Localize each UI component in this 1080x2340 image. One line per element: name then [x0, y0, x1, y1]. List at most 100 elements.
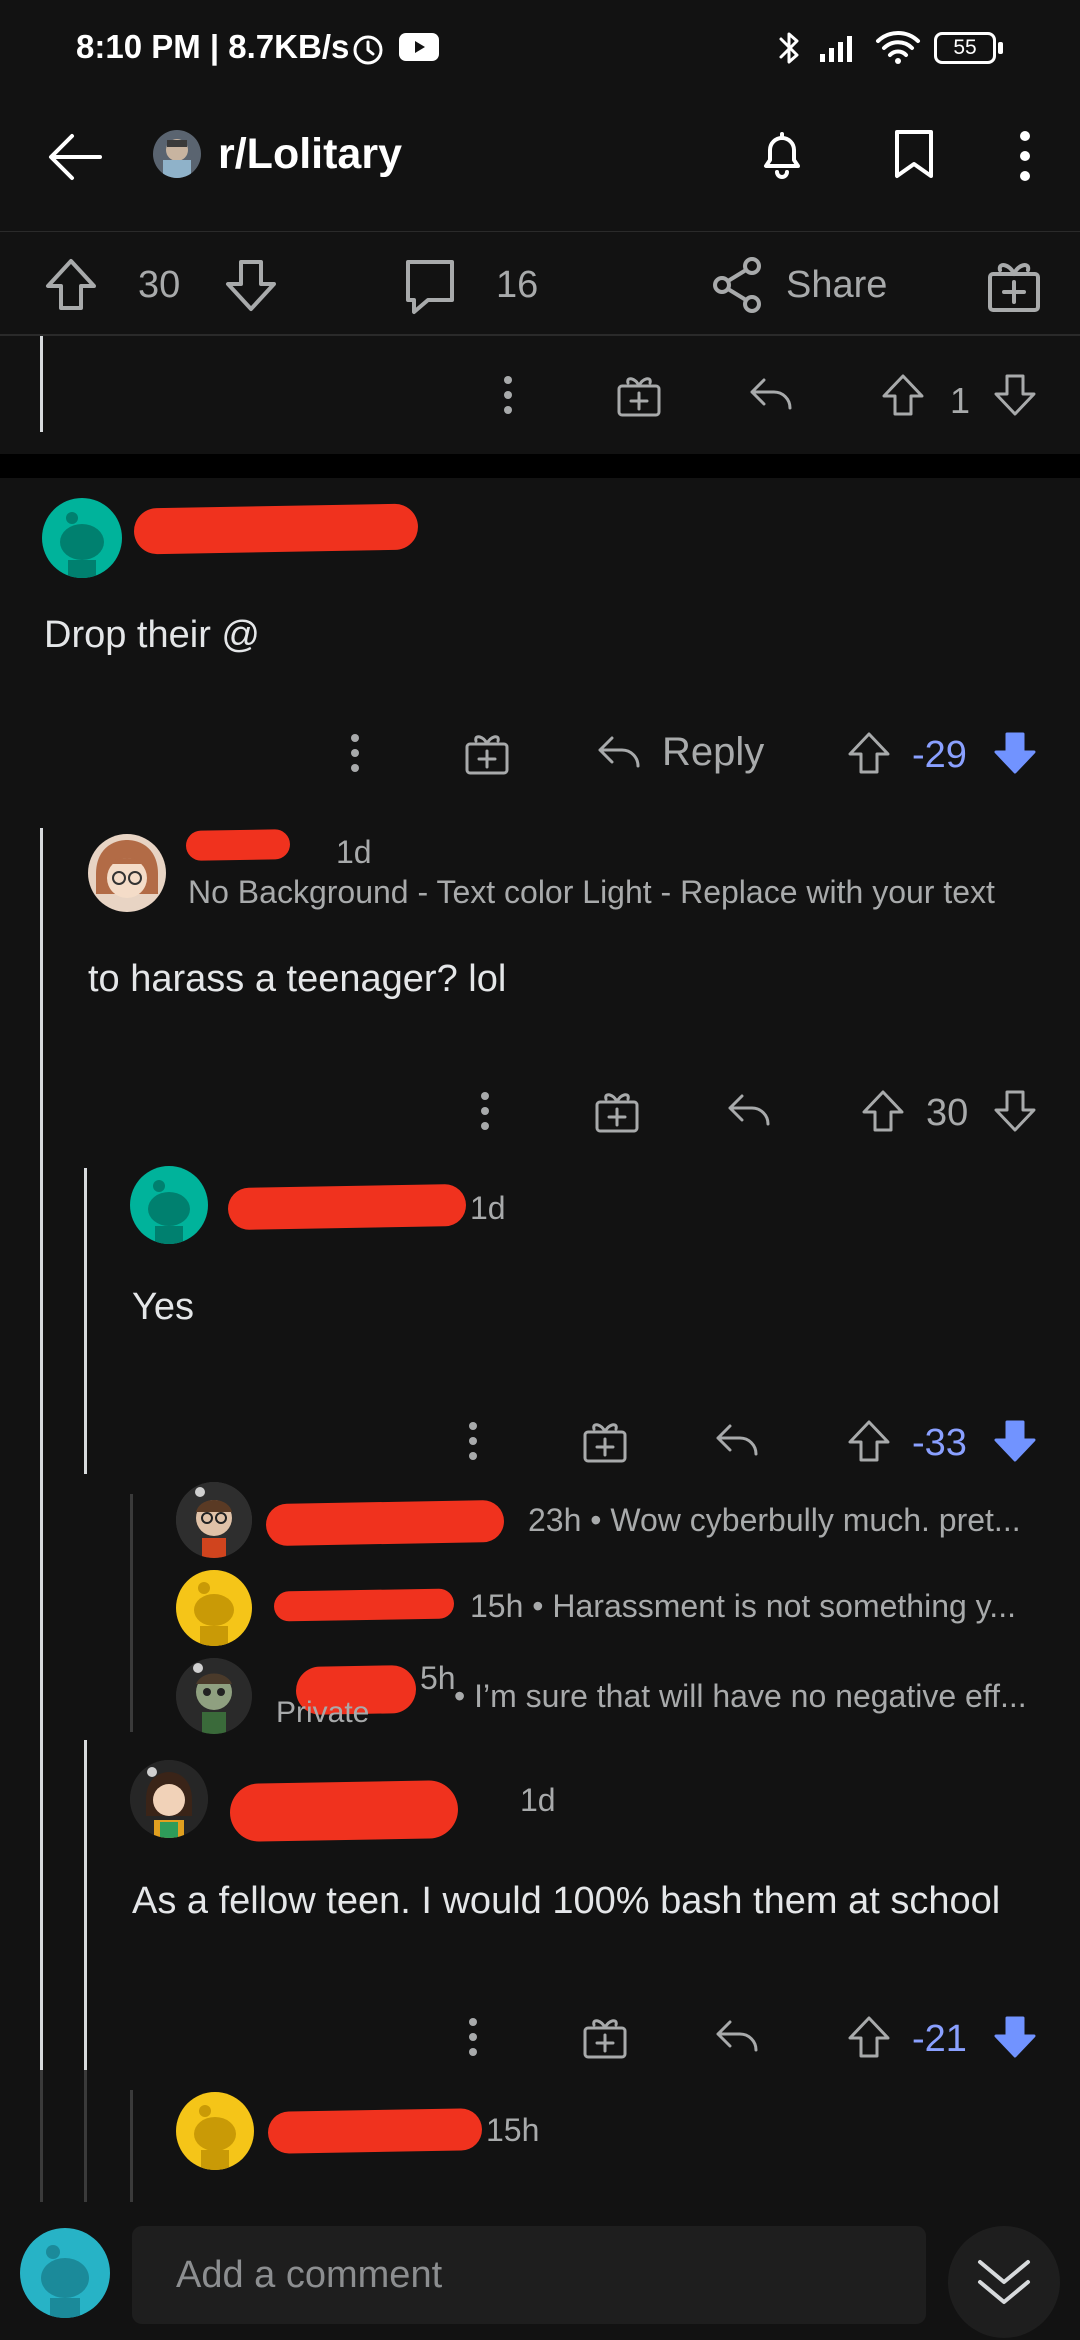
- comment-count: 16: [496, 264, 539, 306]
- downvote-icon[interactable]: [992, 1088, 1038, 1139]
- comment-composer-bar: Add a comment: [0, 2202, 1080, 2340]
- more-options-icon[interactable]: [496, 372, 520, 423]
- collapsed-preview: 15h • Harassment is not something y...: [470, 1588, 1016, 1624]
- back-arrow-icon[interactable]: [44, 126, 106, 193]
- thread-line-dim: [40, 2070, 43, 2202]
- prev-comment-action-row: 1: [0, 336, 1080, 440]
- comment-body: Yes: [132, 1286, 194, 1328]
- comment-time: 1d: [336, 834, 372, 870]
- status-bar: 8:10 PM | 8.7KB/s 55: [0, 0, 1080, 100]
- collapsed-preview: 23h • Wow cyberbully much. pret...: [528, 1502, 1021, 1538]
- redacted-username: [185, 829, 291, 861]
- add-comment-input[interactable]: Add a comment: [132, 2226, 926, 2324]
- award-icon[interactable]: [582, 1418, 628, 1469]
- comment-score: -33: [912, 1422, 967, 1464]
- award-icon[interactable]: [464, 730, 510, 781]
- subreddit-title[interactable]: r/Lolitary: [218, 130, 402, 179]
- comment-avatar[interactable]: [88, 834, 166, 912]
- comment-score: -21: [912, 2018, 967, 2060]
- chevrons-down-icon: [974, 2252, 1034, 2317]
- comment-action-row: Reply -29: [0, 710, 1080, 800]
- comment-time: 15h: [486, 2112, 540, 2148]
- collapsed-comment[interactable]: 5h Private • I’m sure that will have no …: [0, 1656, 1080, 1740]
- redacted-username: [133, 503, 419, 555]
- bookmark-icon[interactable]: [884, 124, 944, 189]
- post-score: 30: [138, 264, 181, 306]
- collapsed-preview: • I’m sure that will have no negative ef…: [454, 1678, 1027, 1714]
- more-options-icon[interactable]: [473, 1088, 497, 1139]
- post-upvote-icon[interactable]: [42, 256, 100, 319]
- comment-body: As a fellow teen. I would 100% bash them…: [132, 1880, 1001, 1922]
- more-options-icon[interactable]: [1010, 128, 1040, 189]
- thread-separator: [0, 454, 1080, 478]
- battery-indicator: 55: [934, 32, 996, 64]
- redacted-username: [229, 1780, 459, 1842]
- award-icon[interactable]: [594, 1088, 640, 1139]
- youtube-icon: [398, 32, 440, 67]
- upvote-icon[interactable]: [860, 1088, 906, 1139]
- signal-icon: [818, 32, 862, 69]
- collapsed-comment[interactable]: 15h • Harassment is not something y...: [0, 1568, 1080, 1650]
- subreddit-avatar[interactable]: [153, 130, 201, 178]
- comment-avatar[interactable]: [42, 498, 122, 578]
- award-icon[interactable]: [616, 372, 662, 423]
- comment-avatar[interactable]: [130, 1166, 208, 1244]
- downvote-active-icon[interactable]: [992, 1418, 1038, 1469]
- status-time: 8:10 PM | 8.7KB/s: [76, 28, 350, 65]
- post-downvote-icon[interactable]: [222, 256, 280, 319]
- collapsed-subtext: Private: [276, 1696, 370, 1729]
- user-avatar[interactable]: [20, 2228, 110, 2318]
- redacted-username: [273, 1588, 455, 1622]
- alarm-icon: [350, 30, 386, 71]
- collapsed-comment[interactable]: 23h • Wow cyberbully much. pret...: [0, 1480, 1080, 1562]
- upvote-icon[interactable]: [880, 372, 926, 423]
- reply-icon[interactable]: [748, 374, 794, 419]
- comment-avatar[interactable]: [176, 2092, 254, 2170]
- share-icon[interactable]: [710, 256, 766, 319]
- thread-line-dim: [84, 2070, 87, 2202]
- battery-tip: [998, 42, 1003, 54]
- award-icon[interactable]: [582, 2014, 628, 2065]
- reply-label[interactable]: Reply: [662, 730, 764, 775]
- comment-body: to harass a teenager? lol: [88, 958, 507, 1000]
- wifi-icon: [875, 28, 921, 71]
- share-label[interactable]: Share: [786, 264, 887, 307]
- downvote-active-icon[interactable]: [992, 730, 1038, 781]
- comment-body: Drop their @: [44, 614, 260, 656]
- comment-score: -29: [912, 734, 967, 776]
- post-action-bar: 30 16 Share: [0, 232, 1080, 336]
- comments-icon[interactable]: [400, 256, 460, 323]
- comment-time: 1d: [470, 1190, 506, 1226]
- downvote-active-icon[interactable]: [992, 2014, 1038, 2065]
- redacted-username: [267, 2108, 483, 2154]
- comment-avatar[interactable]: [176, 1570, 252, 1646]
- comment-action-row: 30: [0, 1068, 1080, 1158]
- add-comment-placeholder: Add a comment: [176, 2254, 443, 2296]
- comment-avatar[interactable]: [176, 1482, 252, 1558]
- thread-line-dim: [130, 2090, 133, 2202]
- downvote-icon[interactable]: [992, 372, 1038, 423]
- upvote-icon[interactable]: [846, 2014, 892, 2065]
- bluetooth-icon: [774, 28, 804, 73]
- redacted-username: [265, 1499, 505, 1547]
- comment-action-row: -33: [0, 1398, 1080, 1488]
- comment-avatar[interactable]: [176, 1658, 252, 1734]
- reply-icon[interactable]: [726, 1090, 772, 1135]
- comment-score: 30: [926, 1092, 969, 1134]
- user-flair: No Background - Text color Light - Repla…: [188, 874, 995, 910]
- reply-icon[interactable]: [596, 732, 642, 777]
- upvote-icon[interactable]: [846, 730, 892, 781]
- collapsed-time: 5h: [420, 1660, 456, 1696]
- comment-action-row: -21: [0, 1994, 1080, 2084]
- upvote-icon[interactable]: [846, 1418, 892, 1469]
- bell-icon[interactable]: [752, 124, 812, 189]
- reply-icon[interactable]: [714, 2016, 760, 2061]
- award-icon[interactable]: [986, 256, 1042, 319]
- scroll-next-button[interactable]: [948, 2226, 1060, 2338]
- comment-time: 1d: [520, 1782, 556, 1818]
- comment-avatar[interactable]: [130, 1760, 208, 1838]
- more-options-icon[interactable]: [461, 2014, 485, 2065]
- more-options-icon[interactable]: [461, 1418, 485, 1469]
- reply-icon[interactable]: [714, 1420, 760, 1465]
- more-options-icon[interactable]: [343, 730, 367, 781]
